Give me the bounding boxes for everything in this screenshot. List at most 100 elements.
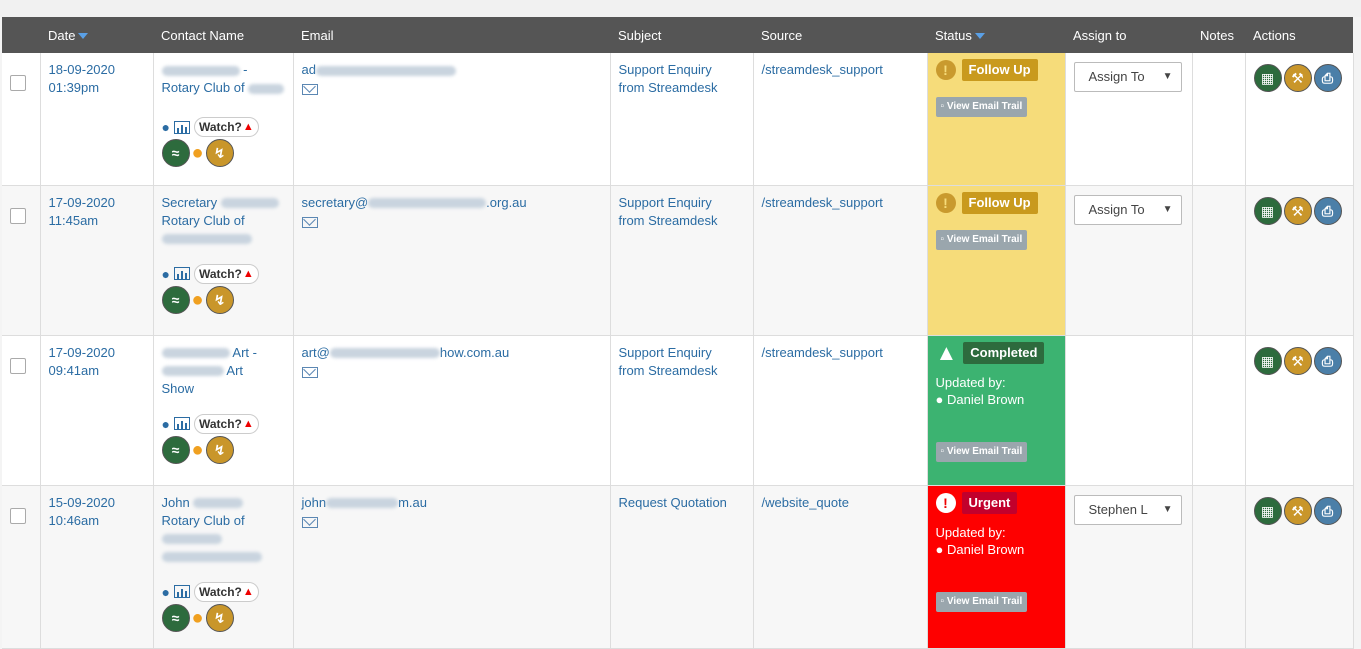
subject-line[interactable]: Request Quotation xyxy=(619,495,727,510)
contact-line[interactable]: Art - xyxy=(232,345,257,360)
date-link[interactable]: 18-09-2020 xyxy=(49,62,116,77)
time-link[interactable]: 10:46am xyxy=(49,513,100,528)
watch-button[interactable]: Watch? ▲ xyxy=(193,263,259,284)
stats-icon[interactable] xyxy=(173,267,190,280)
source-link[interactable]: /streamdesk_support xyxy=(762,345,883,360)
email-suffix[interactable]: .org.au xyxy=(486,195,526,210)
print-icon[interactable]: ⎙ xyxy=(1313,196,1342,225)
chat-icon[interactable]: ● xyxy=(192,608,204,628)
view-email-trail-button[interactable]: ▫ View Email Trail xyxy=(935,441,1028,462)
subject-line[interactable]: from Streamdesk xyxy=(619,80,718,95)
view-email-trail-button[interactable]: ▫ View Email Trail xyxy=(935,591,1028,612)
calendar-icon[interactable]: ▦ xyxy=(1253,496,1282,525)
subject-line[interactable]: from Streamdesk xyxy=(619,363,718,378)
contact-line[interactable]: Art xyxy=(226,363,243,378)
print-icon[interactable]: ⎙ xyxy=(1313,496,1342,525)
subject-line[interactable]: from Streamdesk xyxy=(619,213,718,228)
stats-icon[interactable] xyxy=(173,585,190,598)
contact-line[interactable]: - xyxy=(243,62,247,77)
assign-select[interactable]: Assign To ▼ xyxy=(1073,62,1182,92)
assign-select[interactable]: Assign To ▼ xyxy=(1073,194,1182,225)
subject-line[interactable]: Support Enquiry xyxy=(619,195,712,210)
view-email-trail-button[interactable]: ▫ View Email Trail xyxy=(935,97,1028,117)
rss-icon[interactable]: ≈ xyxy=(161,285,190,314)
lightning-icon[interactable]: ↯ xyxy=(205,285,234,314)
email-suffix[interactable]: how.com.au xyxy=(440,345,509,360)
contact-line[interactable]: Secretary xyxy=(162,195,218,210)
stats-icon[interactable] xyxy=(173,417,190,430)
envelope-icon[interactable] xyxy=(301,216,318,228)
status-badge[interactable]: Follow Up xyxy=(961,191,1038,214)
contact-line[interactable]: John xyxy=(162,495,190,510)
subject-line[interactable]: Support Enquiry xyxy=(619,62,712,77)
email-prefix[interactable]: ad xyxy=(302,62,316,77)
rss-icon[interactable]: ≈ xyxy=(161,603,190,632)
date-col-label[interactable]: Date xyxy=(48,28,75,43)
email-link[interactable]: ad xyxy=(302,62,456,77)
subject-line[interactable]: Support Enquiry xyxy=(619,345,712,360)
date-link[interactable]: 17-09-2020 xyxy=(49,195,116,210)
date-link[interactable]: 15-09-2020 xyxy=(49,495,116,510)
chat-icon[interactable]: ● xyxy=(192,290,204,310)
contact-link[interactable]: Secretary Rotary Club of xyxy=(161,195,279,246)
contact-line[interactable]: Rotary Club of xyxy=(162,80,245,95)
view-email-trail-button[interactable]: ▫ View Email Trail xyxy=(935,229,1028,250)
row-checkbox[interactable] xyxy=(10,207,26,224)
source-link[interactable]: /website_quote xyxy=(762,495,849,510)
watch-button[interactable]: Watch? ▲ xyxy=(193,413,259,434)
print-icon[interactable]: ⎙ xyxy=(1313,64,1342,92)
subject-link[interactable]: Support Enquiry from Streamdesk xyxy=(619,195,718,228)
date-col-header[interactable]: Date xyxy=(40,17,153,53)
watch-button[interactable]: Watch? ▲ xyxy=(193,117,259,137)
subject-link[interactable]: Support Enquiry from Streamdesk xyxy=(619,345,718,378)
calendar-icon[interactable]: ▦ xyxy=(1253,346,1282,375)
user-icon[interactable]: ● xyxy=(162,118,170,136)
contact-line[interactable]: Rotary Club of xyxy=(162,513,245,528)
email-prefix[interactable]: art@ xyxy=(302,345,330,360)
lightning-icon[interactable]: ↯ xyxy=(205,435,234,464)
user-icon[interactable]: ● xyxy=(162,583,170,601)
row-checkbox[interactable] xyxy=(10,357,26,374)
time-link[interactable]: 09:41am xyxy=(49,363,100,378)
contact-line[interactable]: Rotary Club of xyxy=(162,213,245,228)
contact-link[interactable]: John Rotary Club of xyxy=(161,495,262,564)
status-badge[interactable]: Follow Up xyxy=(961,59,1038,81)
source-link[interactable]: /streamdesk_support xyxy=(762,62,883,77)
print-icon[interactable]: ⎙ xyxy=(1313,346,1342,375)
contact-line[interactable]: Show xyxy=(162,381,195,396)
wrench-icon[interactable]: ⚒ xyxy=(1283,64,1312,92)
user-icon[interactable]: ● xyxy=(162,415,170,433)
source-link[interactable]: /streamdesk_support xyxy=(762,195,883,210)
email-prefix[interactable]: secretary@ xyxy=(302,195,369,210)
wrench-icon[interactable]: ⚒ xyxy=(1283,496,1312,525)
email-link[interactable]: secretary@ .org.au xyxy=(302,195,527,210)
contact-link[interactable]: Art - Art Show xyxy=(161,345,257,396)
status-col-label[interactable]: Status xyxy=(935,28,972,43)
chat-icon[interactable]: ● xyxy=(192,440,204,460)
date-link[interactable]: 17-09-2020 xyxy=(49,345,116,360)
subject-link[interactable]: Request Quotation xyxy=(619,495,727,510)
sort-desc-icon[interactable] xyxy=(974,33,985,40)
rss-icon[interactable]: ≈ xyxy=(161,435,190,464)
sort-desc-icon[interactable] xyxy=(78,33,89,40)
status-badge[interactable]: Completed xyxy=(963,341,1045,364)
lightning-icon[interactable]: ↯ xyxy=(205,603,234,632)
envelope-icon[interactable] xyxy=(301,516,318,528)
wrench-icon[interactable]: ⚒ xyxy=(1283,346,1312,375)
email-prefix[interactable]: john xyxy=(302,495,327,510)
watch-button[interactable]: Watch? ▲ xyxy=(193,581,259,602)
time-link[interactable]: 01:39pm xyxy=(49,80,100,95)
row-checkbox[interactable] xyxy=(10,507,26,524)
email-link[interactable]: john m.au xyxy=(302,495,427,510)
rss-icon[interactable]: ≈ xyxy=(161,139,190,167)
calendar-icon[interactable]: ▦ xyxy=(1253,64,1282,92)
subject-link[interactable]: Support Enquiry from Streamdesk xyxy=(619,62,718,95)
email-suffix[interactable]: m.au xyxy=(398,495,427,510)
status-badge[interactable]: Urgent xyxy=(961,491,1018,514)
wrench-icon[interactable]: ⚒ xyxy=(1283,196,1312,225)
row-checkbox[interactable] xyxy=(10,75,26,91)
lightning-icon[interactable]: ↯ xyxy=(205,139,234,167)
assign-select[interactable]: Stephen L ▼ xyxy=(1073,494,1182,525)
stats-icon[interactable] xyxy=(173,120,190,134)
contact-link[interactable]: - Rotary Club of xyxy=(161,62,285,95)
